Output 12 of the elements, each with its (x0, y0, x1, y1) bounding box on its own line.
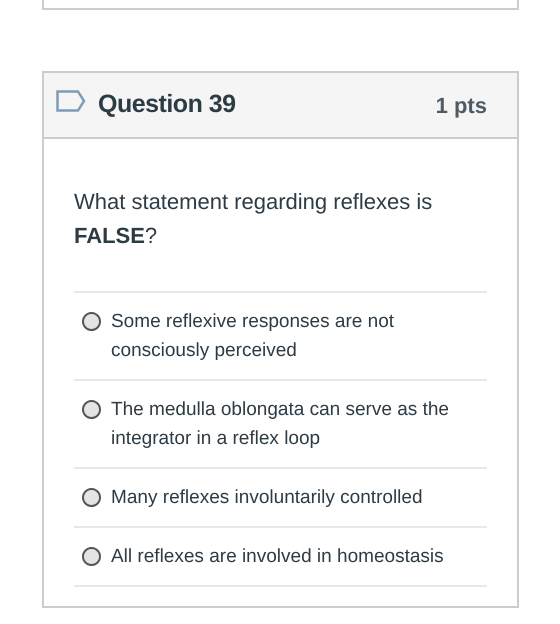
answer-label[interactable]: Some reflexive responses are not consciously perceived (111, 307, 487, 365)
points-label: 1 pts (436, 92, 487, 120)
question-text: What statement regarding reflexes is FALSE? (74, 188, 434, 250)
answer-label[interactable]: All reflexes are involved in homeostasis (111, 542, 464, 571)
radio-button[interactable] (82, 400, 101, 419)
radio-button[interactable] (82, 312, 101, 331)
answer-label[interactable]: The medulla oblongata can serve as the integrator in a reflex loop (111, 395, 487, 453)
flag-icon[interactable] (56, 90, 86, 112)
radio-button[interactable] (82, 488, 101, 507)
radio-button[interactable] (82, 547, 101, 566)
answer-label[interactable]: Many reflexes involuntarily controlled (111, 483, 443, 512)
question-title: Question 39 (98, 89, 236, 120)
